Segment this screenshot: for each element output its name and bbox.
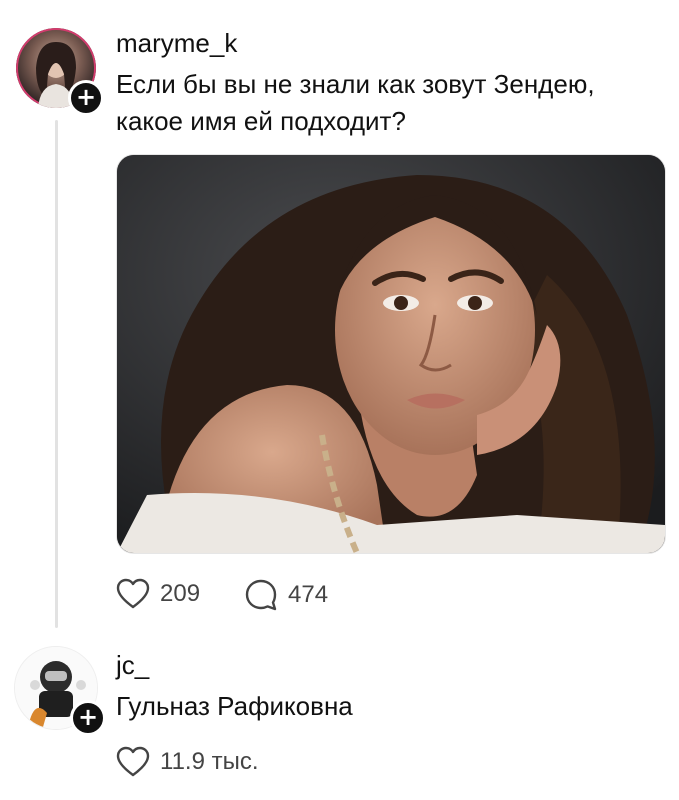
- reply-username[interactable]: jc_: [116, 650, 149, 681]
- speech-bubble-icon: [245, 579, 277, 611]
- portrait-illustration: [117, 155, 665, 553]
- post-username[interactable]: maryme_k: [116, 28, 237, 59]
- thread-connector: [55, 120, 58, 628]
- post-text-line-2: какое имя ей подходит?: [116, 106, 406, 136]
- heart-icon: [116, 578, 150, 609]
- follow-plus-icon-reply[interactable]: +: [70, 700, 106, 736]
- post-like-count: 209: [160, 580, 201, 607]
- post-text-line-1: Если бы вы не знали как зовут Зендею,: [116, 69, 595, 99]
- reply-like-button[interactable]: 11.9 тыс.: [116, 746, 259, 778]
- post-comment-count: 474: [288, 581, 329, 608]
- post-like-button[interactable]: 209: [116, 578, 200, 610]
- heart-icon: [116, 746, 150, 777]
- reply-like-count: 11.9 тыс.: [160, 748, 259, 775]
- reply-text: Гульназ Рафиковна: [116, 691, 353, 721]
- follow-plus-icon[interactable]: +: [68, 80, 104, 116]
- post-photo[interactable]: [116, 154, 666, 554]
- post-comment-button[interactable]: 474: [244, 578, 328, 612]
